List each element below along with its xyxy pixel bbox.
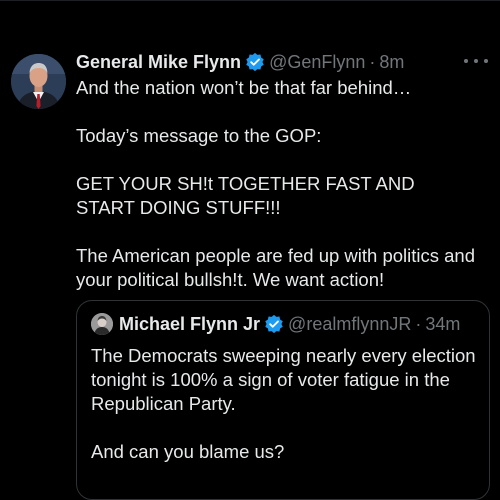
tweet-header: General Mike Flynn @GenFlynn · 8m: [76, 49, 404, 75]
tweet-paragraph: Today’s message to the GOP:: [76, 125, 322, 146]
tweet-timestamp[interactable]: 8m: [379, 52, 404, 73]
ellipsis-icon[interactable]: [464, 51, 488, 71]
tweet[interactable]: General Mike Flynn @GenFlynn · 8m And th…: [0, 1, 500, 500]
quoted-author-handle[interactable]: @realmflynnJR: [288, 314, 411, 335]
quoted-author-name[interactable]: Michael Flynn Jr: [119, 314, 260, 335]
separator-dot: ·: [415, 313, 422, 334]
verified-check-icon: [265, 314, 283, 334]
tweet-paragraph: GET YOUR SH!t TOGETHER FAST AND START DO…: [76, 173, 415, 218]
author-handle[interactable]: @GenFlynn: [269, 52, 365, 73]
quoted-tweet-header: Michael Flynn Jr @realmflynnJR · 34m: [91, 313, 460, 335]
quoted-tweet-timestamp[interactable]: 34m: [425, 314, 460, 335]
quoted-author-avatar[interactable]: [91, 313, 113, 335]
author-avatar[interactable]: [11, 54, 66, 109]
quoted-tweet[interactable]: Michael Flynn Jr @realmflynnJR · 34m The…: [76, 300, 490, 500]
quoted-tweet-text: The Democrats sweeping nearly every elec…: [91, 344, 483, 464]
quoted-tweet-paragraph: The Democrats sweeping nearly every elec…: [91, 345, 476, 414]
author-name[interactable]: General Mike Flynn: [76, 52, 241, 73]
tweet-paragraph: The American people are fed up with poli…: [76, 245, 476, 290]
separator-dot: ·: [369, 51, 376, 72]
tweet-paragraph: And the nation won’t be that far behind…: [76, 77, 412, 98]
tweet-text: And the nation won’t be that far behind……: [76, 76, 488, 292]
quoted-tweet-paragraph: And can you blame us?: [91, 441, 285, 462]
verified-check-icon: [246, 52, 264, 72]
